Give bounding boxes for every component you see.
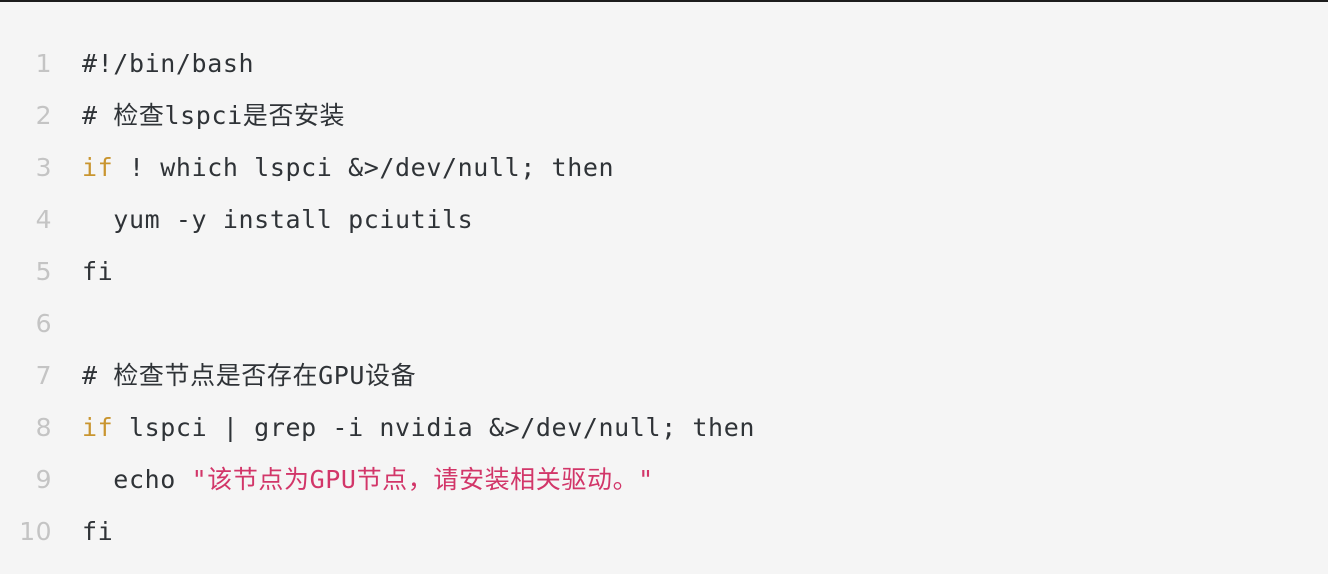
code-lines-container: 1 #!/bin/bash 2 # 检查lspci是否安装 3 if ! which ls… bbox=[0, 38, 1328, 558]
code-line[interactable]: 9 echo "该节点为GPU节点，请安装相关驱动。" bbox=[0, 454, 1328, 506]
code-line[interactable]: 3 if ! which lspci &>/dev/null; then bbox=[0, 142, 1328, 194]
code-token-plain: fi bbox=[82, 257, 114, 286]
code-line[interactable]: 5 fi bbox=[0, 246, 1328, 298]
code-line[interactable]: 2 # 检查lspci是否安装 bbox=[0, 90, 1328, 142]
line-number: 7 bbox=[35, 361, 52, 390]
line-number: 6 bbox=[35, 309, 52, 338]
line-code[interactable]: if ! which lspci &>/dev/null; then bbox=[52, 142, 1328, 194]
code-line[interactable]: 7 # 检查节点是否存在GPU设备 bbox=[0, 350, 1328, 402]
code-line[interactable]: 1 #!/bin/bash bbox=[0, 38, 1328, 90]
line-code[interactable]: if lspci | grep -i nvidia &>/dev/null; t… bbox=[52, 402, 1328, 454]
code-token-keyword: if bbox=[82, 153, 114, 182]
line-code[interactable]: fi bbox=[52, 246, 1328, 298]
line-number: 5 bbox=[35, 257, 52, 286]
code-line[interactable]: 10 fi bbox=[0, 506, 1328, 558]
code-token-plain: fi bbox=[82, 517, 114, 546]
line-number: 10 bbox=[19, 517, 52, 546]
line-number: 8 bbox=[35, 413, 52, 442]
code-token-plain: yum -y install pciutils bbox=[82, 205, 474, 234]
code-line[interactable]: 6 bbox=[0, 298, 1328, 350]
line-number: 1 bbox=[35, 49, 52, 78]
code-token-comment: # 检查lspci是否安装 bbox=[82, 101, 346, 130]
code-token-plain: echo bbox=[82, 465, 192, 494]
line-number: 2 bbox=[35, 101, 52, 130]
code-token-plain: lspci | grep -i nvidia &>/dev/null; then bbox=[113, 413, 756, 442]
line-code[interactable]: fi bbox=[52, 506, 1328, 558]
line-number: 4 bbox=[35, 205, 52, 234]
code-line[interactable]: 4 yum -y install pciutils bbox=[0, 194, 1328, 246]
code-line[interactable]: 8 if lspci | grep -i nvidia &>/dev/null; … bbox=[0, 402, 1328, 454]
code-token-string: "该节点为GPU节点，请安装相关驱动。" bbox=[191, 465, 654, 494]
code-token-keyword: if bbox=[82, 413, 114, 442]
code-token-plain: ! which lspci &>/dev/null; then bbox=[113, 153, 615, 182]
code-block[interactable]: 1 #!/bin/bash 2 # 检查lspci是否安装 3 if ! which ls… bbox=[0, 0, 1328, 574]
line-code[interactable]: echo "该节点为GPU节点，请安装相关驱动。" bbox=[52, 454, 1328, 506]
line-code[interactable]: yum -y install pciutils bbox=[52, 194, 1328, 246]
code-token-comment: # 检查节点是否存在GPU设备 bbox=[82, 361, 417, 390]
line-code[interactable]: # 检查节点是否存在GPU设备 bbox=[52, 350, 1328, 402]
line-number: 3 bbox=[35, 153, 52, 182]
line-code[interactable]: #!/bin/bash bbox=[52, 38, 1328, 90]
line-code[interactable]: # 检查lspci是否安装 bbox=[52, 90, 1328, 142]
code-token-plain: #!/bin/bash bbox=[82, 49, 255, 78]
line-number: 9 bbox=[35, 465, 52, 494]
